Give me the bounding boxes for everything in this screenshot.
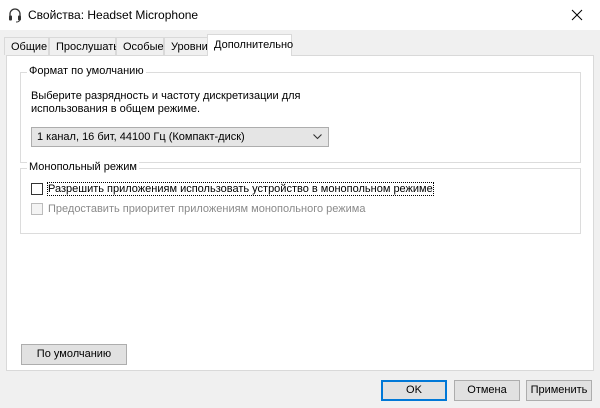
tab-enhancements[interactable]: Особые (116, 37, 164, 55)
ok-button[interactable]: OK (381, 380, 447, 401)
give-priority-label: Предоставить приоритет приложениям моноп… (48, 203, 366, 215)
give-priority-checkbox (31, 203, 43, 215)
default-format-title: Формат по умолчанию (27, 65, 146, 77)
tab-listen[interactable]: Прослушать (49, 37, 119, 55)
default-format-select[interactable]: 1 канал, 16 бит, 44100 Гц (Компакт-диск) (31, 127, 329, 147)
cancel-button[interactable]: Отмена (454, 380, 520, 401)
allow-exclusive-checkbox[interactable] (31, 183, 43, 195)
exclusive-mode-group: Монопольный режим Разрешить приложениям … (20, 161, 581, 234)
tab-levels[interactable]: Уровни (164, 37, 208, 55)
restore-defaults-button[interactable]: По умолчанию (21, 344, 127, 365)
headset-icon (9, 8, 21, 23)
exclusive-mode-title: Монопольный режим (27, 161, 139, 173)
default-format-group: Формат по умолчанию Выберите разрядность… (20, 65, 581, 163)
allow-exclusive-label[interactable]: Разрешить приложениям использовать устро… (47, 182, 434, 196)
close-icon (571, 9, 583, 21)
chevron-down-icon (313, 134, 322, 140)
default-format-description: Выберите разрядность и частоту дискретиз… (31, 90, 301, 115)
title-bar: Свойства: Headset Microphone (0, 0, 600, 30)
tab-general[interactable]: Общие (4, 37, 49, 55)
tab-panel-advanced: Формат по умолчанию Выберите разрядность… (6, 55, 594, 371)
tab-advanced[interactable]: Дополнительно (207, 34, 293, 56)
window-title: Свойства: Headset Microphone (28, 8, 199, 22)
default-format-value: 1 канал, 16 бит, 44100 Гц (Компакт-диск) (37, 131, 245, 143)
close-button[interactable] (554, 0, 600, 30)
apply-button[interactable]: Применить (526, 380, 592, 401)
